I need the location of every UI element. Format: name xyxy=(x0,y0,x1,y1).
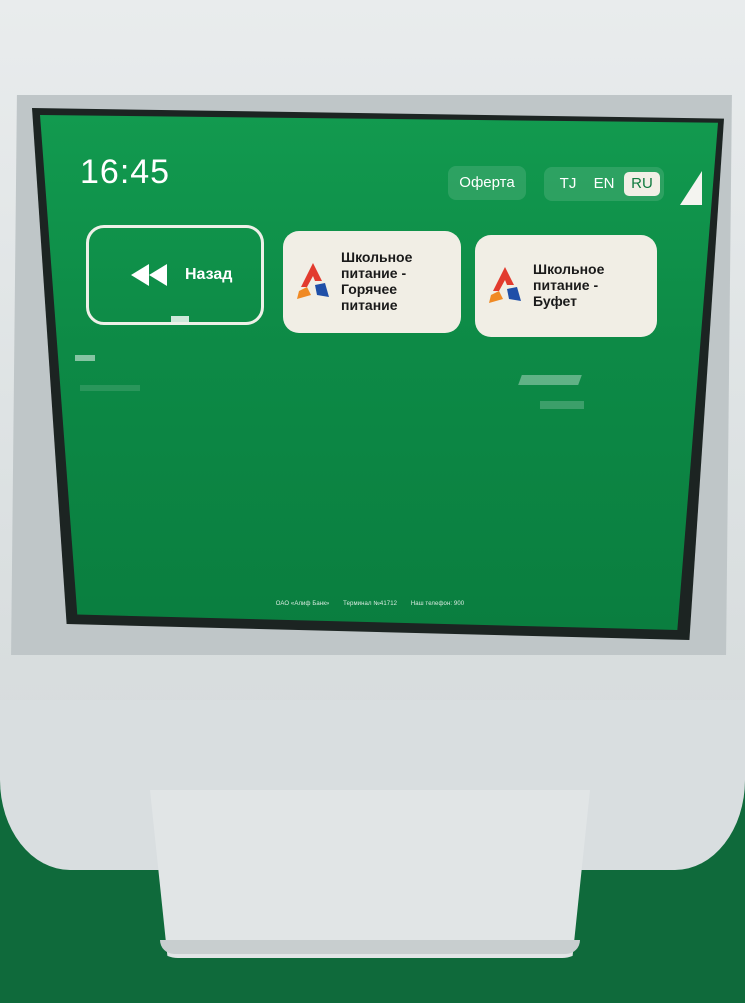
receipt-slot xyxy=(150,790,590,958)
slot-shadow xyxy=(160,940,580,954)
screen-glare xyxy=(518,375,582,385)
alif-logo-icon xyxy=(489,267,521,303)
footer-info: ОАО «Алиф Банк» Терминал №41712 Наш теле… xyxy=(40,601,700,607)
language-switcher: TJ EN RU xyxy=(544,167,664,201)
back-button[interactable]: Назад xyxy=(86,225,264,325)
lang-tj-button[interactable]: TJ xyxy=(550,172,586,196)
footer-phone: Наш телефон: 900 xyxy=(410,601,465,607)
screen-glare xyxy=(80,385,140,391)
alif-logo-icon xyxy=(297,263,329,299)
footer-terminal: Терминал №41712 xyxy=(343,601,398,607)
service-buffet[interactable]: Школьное питание - Буфет xyxy=(475,235,657,337)
service-title: Школьное питание - Горячее питание xyxy=(341,249,413,313)
clock: 16:45 xyxy=(80,153,171,191)
corner-triangle-icon xyxy=(680,171,702,205)
offer-button[interactable]: Оферта xyxy=(448,166,526,200)
screen-glare xyxy=(171,316,189,322)
rewind-icon xyxy=(131,264,167,286)
screen-glare xyxy=(540,401,584,409)
service-hot-meals[interactable]: Школьное питание - Горячее питание xyxy=(283,231,461,333)
kiosk-screen: 16:45 Оферта TJ EN RU Назад Школьное пит… xyxy=(40,115,718,630)
back-label: Назад xyxy=(185,266,233,283)
lang-en-button[interactable]: EN xyxy=(586,172,622,196)
service-title: Школьное питание - Буфет xyxy=(533,261,605,309)
footer-bank: ОАО «Алиф Банк» xyxy=(275,601,330,607)
screen-glare xyxy=(75,355,95,361)
lang-ru-button[interactable]: RU xyxy=(624,172,660,196)
